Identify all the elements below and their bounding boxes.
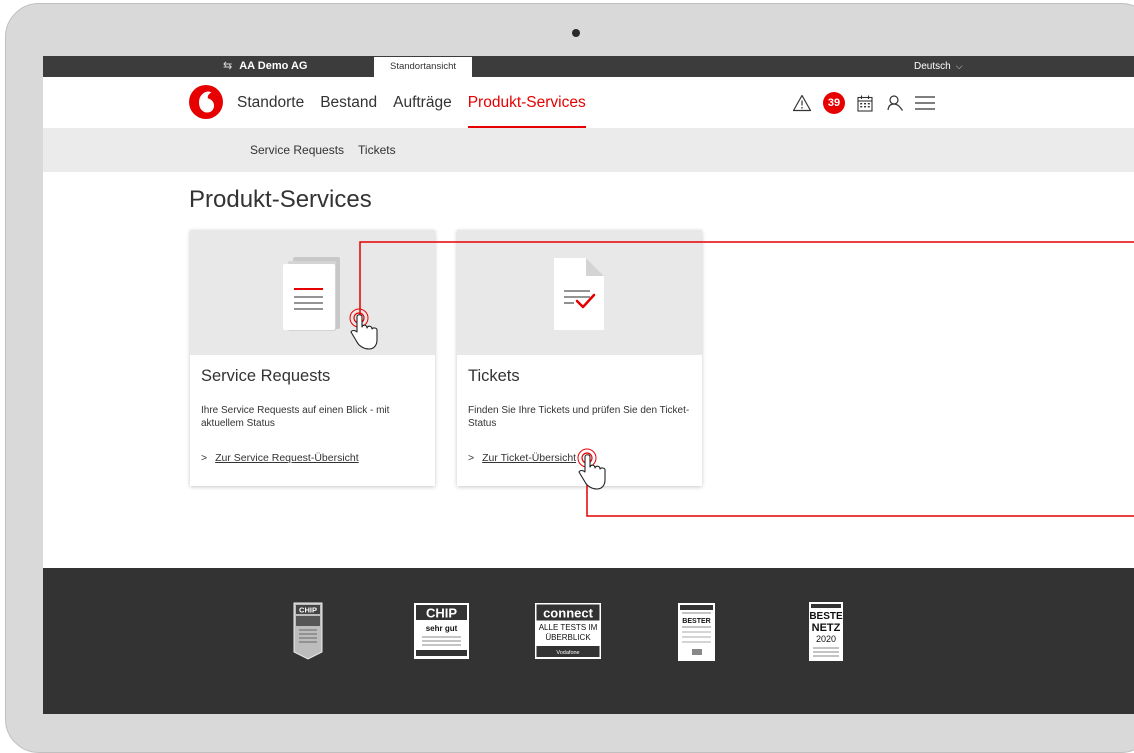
chip-sehr-gut-badge: CHIP sehr gut <box>414 603 469 659</box>
award-text: connect <box>543 606 594 621</box>
subnav-item-service-requests[interactable]: Service Requests <box>250 143 344 157</box>
award-text: CHIP <box>426 606 457 621</box>
vodafone-logo[interactable] <box>189 85 223 119</box>
footer: CHIP CHIP sehr gut connect ALLE TESTS IM… <box>43 568 1134 714</box>
document-icon <box>283 257 340 331</box>
main-nav: Standorte Bestand Aufträge Produkt-Servi… <box>43 77 1134 128</box>
browser-screen: ⇆ AA Demo AG Standortansicht Deutsch ⌵ Sta… <box>43 56 1134 714</box>
bestes-netz-badge: BESTE NETZ 2020 <box>809 602 843 661</box>
award-text: Vodafone <box>556 650 579 656</box>
ticket-document-icon <box>554 258 604 330</box>
award-text: ALLE TESTS IM <box>539 623 598 632</box>
award-text: sehr gut <box>426 624 458 633</box>
subnav-item-tickets[interactable]: Tickets <box>358 143 396 157</box>
swap-icon: ⇆ <box>223 60 233 72</box>
chevron-right-icon: > <box>201 452 208 464</box>
award-text: 2020 <box>816 634 836 644</box>
company-switcher[interactable]: ⇆ AA Demo AG <box>223 56 307 77</box>
link-label: Zur Ticket-Übersicht <box>482 452 577 464</box>
tickets-card[interactable]: Tickets Finden Sie Ihre Tickets und prüf… <box>457 230 702 486</box>
language-label: Deutsch <box>914 61 951 72</box>
company-name: AA Demo AG <box>239 60 308 72</box>
nav-item-produkt-services[interactable]: Produkt-Services <box>467 77 586 128</box>
card-title: Service Requests <box>201 367 331 385</box>
chevron-down-icon: ⌵ <box>955 61 963 71</box>
award-text: CHIP <box>299 606 317 615</box>
chevron-right-icon: > <box>468 452 475 464</box>
sub-nav: Service Requests Tickets <box>43 128 1134 172</box>
bester-mobilfunknetz-badge: BESTER <box>678 603 715 661</box>
award-text: BESTE <box>809 611 843 622</box>
chip-award-badge: CHIP <box>293 602 323 660</box>
nav-item-standorte[interactable]: Standorte <box>237 77 304 128</box>
user-icon[interactable] <box>883 91 907 115</box>
warning-icon[interactable] <box>790 91 814 115</box>
top-bar: ⇆ AA Demo AG Standortansicht Deutsch ⌵ <box>43 56 1134 77</box>
connect-badge: connect ALLE TESTS IM ÜBERBLICK Vodafone <box>535 603 601 659</box>
laptop-frame: ⇆ AA Demo AG Standortansicht Deutsch ⌵ Sta… <box>5 3 1134 753</box>
card-banner <box>457 230 702 355</box>
nav-item-auftraege[interactable]: Aufträge <box>393 77 452 128</box>
ticket-overview-link[interactable]: > Zur Ticket-Übersicht <box>468 452 576 464</box>
notification-count-badge[interactable]: 39 <box>823 92 845 114</box>
language-selector[interactable]: Deutsch ⌵ <box>914 56 963 77</box>
card-banner <box>190 230 435 355</box>
award-text: NETZ <box>812 622 841 634</box>
card-title: Tickets <box>468 367 520 385</box>
award-text: ÜBERBLICK <box>545 633 591 642</box>
page-title: Produkt-Services <box>189 186 372 213</box>
calendar-icon[interactable] <box>853 91 877 115</box>
service-requests-card[interactable]: Service Requests Ihre Service Requests a… <box>190 230 435 486</box>
link-label: Zur Service Request-Übersicht <box>215 452 359 464</box>
laptop-camera <box>572 29 580 37</box>
nav-item-bestand[interactable]: Bestand <box>320 77 377 128</box>
card-description: Ihre Service Requests auf einen Blick - … <box>201 405 390 429</box>
award-text: BESTER <box>682 618 710 625</box>
menu-icon[interactable] <box>913 91 937 115</box>
service-request-overview-link[interactable]: > Zur Service Request-Übersicht <box>201 452 359 464</box>
view-tab[interactable]: Standortansicht <box>374 57 472 77</box>
card-description: Finden Sie Ihre Tickets und prüfen Sie d… <box>468 405 690 429</box>
